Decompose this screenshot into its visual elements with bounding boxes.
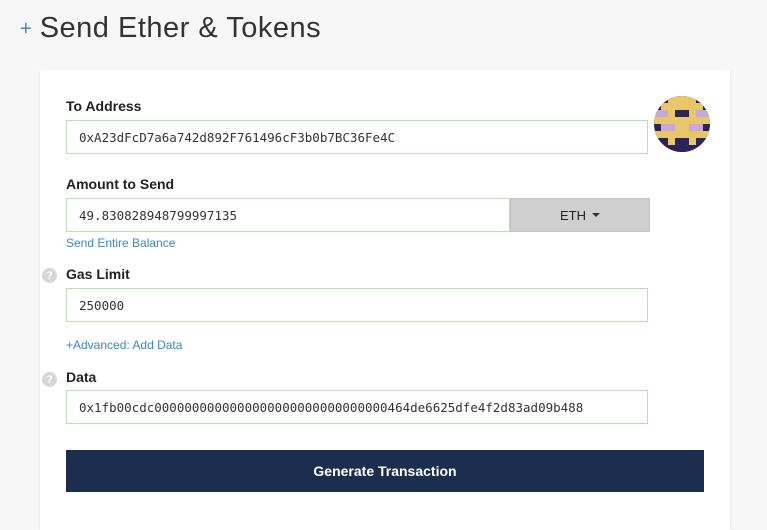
data-help-icon[interactable]: ?	[42, 372, 57, 387]
chevron-down-icon	[592, 213, 600, 217]
page-title: Send Ether & Tokens	[39, 12, 322, 44]
data-input[interactable]: 0x1fb00cdc000000000000000000000000000000…	[66, 390, 648, 424]
amount-label: Amount to Send	[66, 176, 175, 192]
generate-transaction-button[interactable]: Generate Transaction	[66, 450, 704, 492]
data-label: Data	[66, 369, 97, 385]
gas-limit-help-icon[interactable]: ?	[42, 268, 57, 283]
gas-limit-input[interactable]: 250000	[66, 288, 648, 322]
advanced-add-data-link[interactable]: +Advanced: Add Data	[66, 338, 182, 352]
amount-input[interactable]: 49.830828948799997135	[66, 198, 510, 232]
currency-dropdown[interactable]: ETH	[510, 198, 650, 232]
to-address-input[interactable]: 0xA23dFcD7a6a742d892F761496cF3b0b7BC36Fe…	[66, 120, 648, 154]
to-address-label: To Address	[66, 98, 142, 114]
expand-plus-icon[interactable]: +	[20, 19, 32, 39]
send-entire-balance-link[interactable]: Send Entire Balance	[66, 236, 175, 250]
page-header: + Send Ether & Tokens	[20, 12, 321, 45]
gas-limit-label: Gas Limit	[66, 266, 130, 282]
send-form-card: To Address 0xA23dFcD7a6a742d892F761496cF…	[40, 70, 730, 530]
address-identicon	[654, 96, 710, 152]
currency-dropdown-label: ETH	[560, 207, 586, 223]
